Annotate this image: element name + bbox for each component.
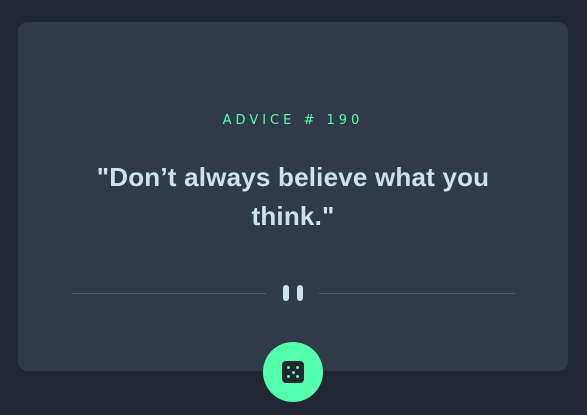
advice-card: ADVICE # 190 "Don’t always believe what … — [18, 22, 568, 371]
dice-pip — [287, 366, 290, 369]
new-advice-button[interactable] — [263, 342, 323, 402]
pause-icon — [283, 285, 303, 301]
dice-pip — [296, 375, 299, 378]
dice-pip — [287, 375, 290, 378]
advice-id: ADVICE # 190 — [222, 113, 364, 128]
pause-bar-right — [297, 285, 303, 301]
pause-bar-left — [283, 285, 289, 301]
divider-line-right — [319, 293, 515, 294]
divider-line-left — [72, 293, 266, 294]
advice-quote: "Don’t always believe what you think." — [96, 162, 490, 231]
dice-icon — [282, 361, 304, 383]
dice-pip — [296, 366, 299, 369]
dice-pip — [291, 370, 295, 374]
